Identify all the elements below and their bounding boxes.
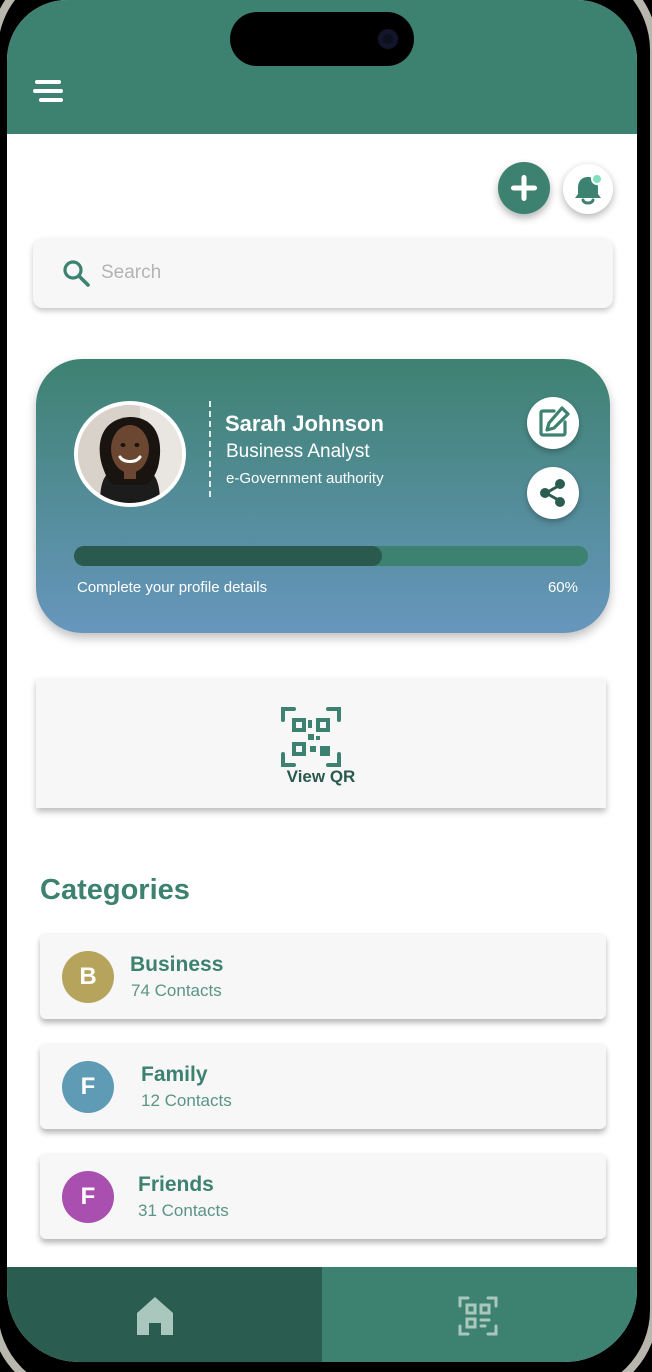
profile-role: Business Analyst (226, 441, 370, 462)
qr-scan-icon (458, 1296, 498, 1336)
camera-icon (378, 29, 398, 49)
profile-card: Sarah Johnson Business Analyst e-Governm… (36, 359, 610, 633)
category-avatar: F (62, 1061, 114, 1113)
search-bar[interactable] (33, 238, 613, 308)
profile-organization: e-Government authority (226, 470, 384, 487)
nav-home-tab[interactable] (7, 1267, 322, 1362)
category-name: Friends (138, 1173, 214, 1196)
edit-icon (539, 406, 570, 437)
profile-progress-fill (74, 546, 383, 566)
category-avatar: B (62, 951, 114, 1003)
app-screen: Sarah Johnson Business Analyst e-Governm… (7, 0, 637, 1362)
bottom-navigation (7, 1267, 637, 1362)
hamburger-menu-icon (33, 89, 63, 93)
nav-qr-scan-tab[interactable] (322, 1267, 637, 1362)
notifications-button[interactable] (563, 164, 613, 214)
profile-photo (78, 405, 182, 503)
category-count: 31 Contacts (138, 1201, 229, 1220)
menu-button[interactable] (33, 80, 65, 106)
category-item-family[interactable]: F Family 12 Contacts (40, 1043, 606, 1129)
app-header (7, 0, 637, 134)
hamburger-menu-icon (35, 80, 61, 84)
plus-icon (511, 175, 537, 201)
category-count: 12 Contacts (141, 1091, 232, 1110)
profile-progress-bar (74, 546, 588, 566)
profile-divider (209, 401, 211, 497)
hamburger-menu-icon (39, 98, 63, 102)
search-input[interactable] (101, 256, 581, 290)
category-name: Business (130, 953, 224, 976)
share-icon (540, 479, 565, 507)
progress-percent: 60% (547, 579, 578, 596)
view-qr-button[interactable]: View QR (36, 678, 606, 808)
categories-title: Categories (40, 874, 190, 906)
device-frame: Sarah Johnson Business Analyst e-Governm… (0, 0, 652, 1372)
category-avatar: F (62, 1171, 114, 1223)
search-icon (63, 260, 90, 287)
qr-code-icon (281, 707, 341, 767)
dynamic-island (230, 12, 414, 66)
category-item-friends[interactable]: F Friends 31 Contacts (40, 1153, 606, 1239)
bell-icon (575, 173, 603, 205)
edit-profile-button[interactable] (527, 397, 579, 449)
progress-label: Complete your profile details (77, 579, 268, 596)
category-count: 74 Contacts (131, 981, 222, 1000)
add-contact-button[interactable] (498, 162, 550, 214)
view-qr-label: View QR (286, 767, 356, 786)
category-name: Family (141, 1063, 208, 1086)
profile-name: Sarah Johnson (225, 411, 384, 436)
category-item-business[interactable]: B Business 74 Contacts (40, 933, 606, 1019)
avatar[interactable] (74, 401, 186, 507)
share-profile-button[interactable] (527, 467, 579, 519)
home-icon (137, 1297, 173, 1335)
